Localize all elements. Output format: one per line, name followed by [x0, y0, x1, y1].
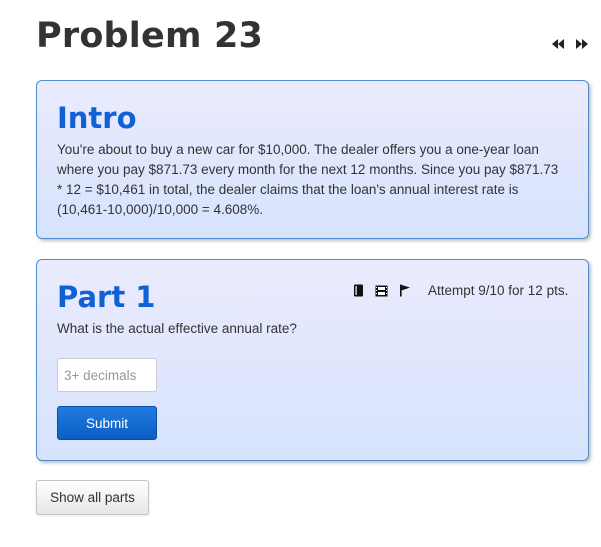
book-icon[interactable]: [353, 284, 364, 297]
part-1-heading: Part 1: [57, 280, 156, 314]
double-chevron-right-icon[interactable]: [575, 38, 589, 50]
show-all-parts-button[interactable]: Show all parts: [36, 480, 149, 515]
answer-input[interactable]: [57, 358, 157, 392]
intro-text: You're about to buy a new car for $10,00…: [57, 142, 559, 217]
attempt-status: Attempt 9/10 for 12 pts.: [428, 283, 569, 298]
flag-icon[interactable]: [399, 284, 411, 297]
page-title: Problem 23: [36, 16, 264, 56]
intro-heading: Intro: [57, 101, 137, 135]
submit-button[interactable]: Submit: [57, 406, 157, 440]
intro-panel: Intro You're about to buy a new car for …: [36, 80, 589, 239]
problem-navigation: [551, 38, 589, 50]
part-1-panel: Part 1 Attempt 9/10 for 12 pts. What is …: [36, 259, 589, 461]
film-icon[interactable]: [375, 285, 388, 297]
question-text: What is the actual effective annual rate…: [57, 321, 297, 336]
double-chevron-left-icon[interactable]: [551, 38, 565, 50]
part-tools: Attempt 9/10 for 12 pts.: [353, 283, 568, 298]
